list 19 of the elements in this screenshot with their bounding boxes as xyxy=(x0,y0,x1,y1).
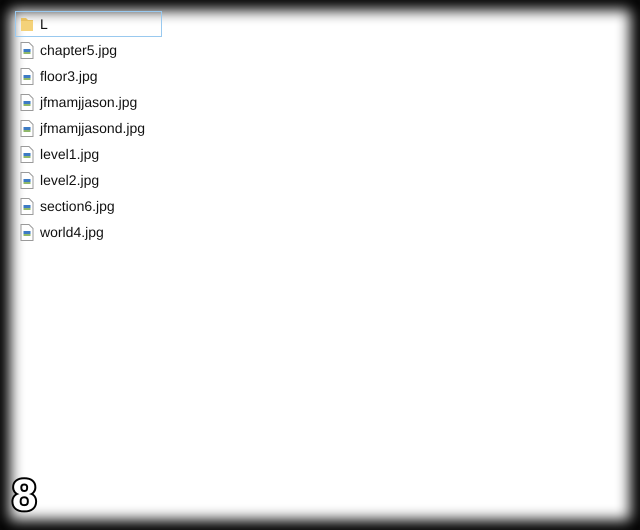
file-item[interactable]: level2.jpg xyxy=(15,167,162,193)
image-file-icon xyxy=(20,172,34,188)
corner-number: 8 xyxy=(12,474,36,518)
file-item[interactable]: floor3.jpg xyxy=(15,63,162,89)
image-file-icon xyxy=(20,68,34,84)
image-file-icon xyxy=(20,42,34,58)
file-item[interactable]: level1.jpg xyxy=(15,141,162,167)
image-file-icon xyxy=(20,146,34,162)
image-file-icon xyxy=(20,224,34,240)
file-item[interactable]: chapter5.jpg xyxy=(15,37,162,63)
file-item[interactable]: jfmamjjason.jpg xyxy=(15,89,162,115)
file-item[interactable]: world4.jpg xyxy=(15,219,162,245)
image-file-icon xyxy=(20,120,34,136)
image-file-icon xyxy=(20,94,34,110)
image-file-icon xyxy=(20,198,34,214)
file-item[interactable]: section6.jpg xyxy=(15,193,162,219)
folder-icon xyxy=(20,16,34,32)
folder-item[interactable]: L xyxy=(15,11,162,37)
file-item[interactable]: jfmamjjasond.jpg xyxy=(15,115,162,141)
